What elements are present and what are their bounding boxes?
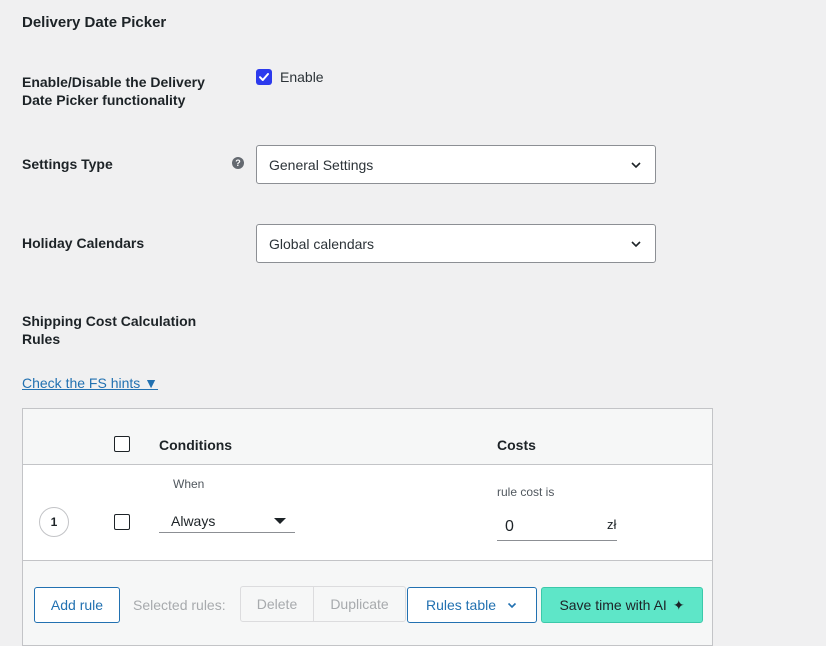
delete-button[interactable]: Delete [241,587,314,621]
costs-header: Costs [497,437,536,453]
row-number: 1 [39,507,69,537]
duplicate-button[interactable]: Duplicate [314,587,405,621]
row-checkbox[interactable] [114,514,130,530]
table-header: Conditions Costs [23,409,712,465]
add-rule-button[interactable]: Add rule [34,587,120,623]
chevron-down-icon [631,161,641,168]
selected-rules-label: Selected rules: [133,597,226,613]
page-title: Delivery Date Picker [22,14,167,31]
conditions-header: Conditions [159,437,233,453]
rules-table-button[interactable]: Rules table [407,587,537,623]
condition-select[interactable]: Always [159,509,295,533]
save-ai-label: Save time with AI [559,597,667,613]
select-all-checkbox[interactable] [114,436,130,452]
help-icon[interactable]: ? [232,157,244,169]
settings-type-label: Settings Type [22,156,113,172]
rules-table-label: Rules table [425,597,497,613]
rules-table: Conditions Costs 1 When Always rule cost… [22,408,713,646]
rule-cost-input[interactable]: 0 [497,513,617,541]
fs-hints-link[interactable]: Check the FS hints ▼ [22,375,158,391]
save-time-ai-button[interactable]: Save time with AI ✦ [541,587,703,623]
holiday-calendars-select[interactable]: Global calendars [256,224,656,263]
checkmark-icon [259,73,269,81]
currency-label: zł [607,517,617,532]
settings-type-select[interactable]: General Settings [256,145,656,184]
shipping-rules-label: Shipping Cost Calculation Rules [22,313,197,347]
enable-checkbox-row[interactable]: Enable [256,69,324,85]
table-footer: Add rule Selected rules: Delete Duplicat… [23,562,712,646]
selected-actions-group: Delete Duplicate [240,586,406,622]
when-label: When [173,477,205,491]
enable-checkbox-label[interactable]: Enable [280,69,324,85]
settings-type-value: General Settings [269,156,374,173]
table-row: 1 When Always rule cost is 0 zł [23,465,712,561]
sparkle-icon: ✦ [672,596,685,613]
caret-down-icon [274,517,286,524]
condition-value: Always [171,512,216,529]
rule-cost-label: rule cost is [497,485,555,499]
chevron-down-icon [631,240,641,247]
holiday-calendars-label: Holiday Calendars [22,235,145,251]
enable-checkbox[interactable] [256,69,272,85]
holiday-calendars-value: Global calendars [269,235,375,252]
enable-label: Enable/Disable the Delivery Date Picker … [22,74,205,108]
chevron-down-icon [507,602,517,609]
